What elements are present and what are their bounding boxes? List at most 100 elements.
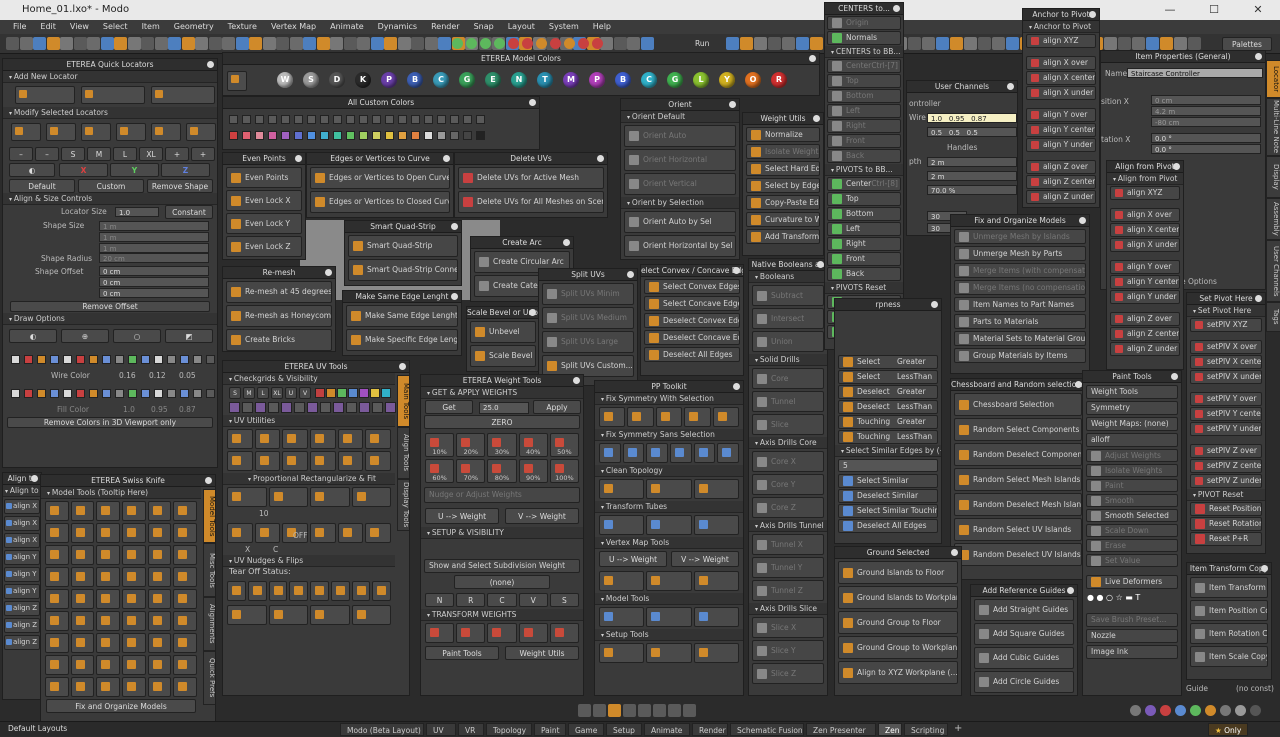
uv-grid4-tool-icon[interactable]	[268, 581, 288, 601]
position-x[interactable]: 0 cm	[1151, 95, 1261, 105]
depth-field-3[interactable]: 70.0 %	[927, 185, 1017, 195]
axis-x-button[interactable]: X	[59, 163, 108, 177]
locator-box-button[interactable]	[81, 86, 145, 104]
checkgrid-pattern-swatch[interactable]	[294, 402, 305, 413]
fill-color-swatch[interactable]	[11, 389, 20, 398]
bool-union-button[interactable]: Union	[752, 331, 824, 352]
align-to-item[interactable]: align X	[4, 516, 40, 531]
checkgrid-pattern-swatch[interactable]	[281, 402, 292, 413]
model-color-ball-l[interactable]: L	[693, 72, 709, 88]
toolbar-tool-icon[interactable]	[141, 37, 154, 50]
bool-slice-z-button[interactable]: Slice Z	[752, 663, 824, 684]
ground-ground-group-to-workplane-button[interactable]: Ground Group to Workplane	[838, 636, 958, 659]
toolbar-action-icon[interactable]	[494, 38, 505, 49]
weight-80-button[interactable]: 80%	[487, 459, 517, 483]
paint-isolate-weights-button[interactable]: Isolate Weights	[1086, 464, 1178, 477]
bool-core-x-button[interactable]: Core X	[752, 451, 824, 472]
panel-close-icon[interactable]	[451, 223, 458, 230]
pp2-tool-icon[interactable]	[646, 443, 668, 463]
fill-color-g[interactable]: 0.95	[151, 405, 168, 414]
panel-close-icon[interactable]	[597, 155, 604, 162]
toolbar-action-icon[interactable]	[564, 38, 575, 49]
booleans-axis-drills-core-section[interactable]: Axis Drills Core	[749, 437, 827, 449]
checkgrid-color-swatch[interactable]	[381, 388, 391, 398]
panel-close-icon[interactable]	[31, 475, 38, 482]
custom-color-swatch[interactable]	[346, 115, 355, 124]
draw-option-button[interactable]: ⊕	[61, 329, 109, 343]
wire-color-swatch[interactable]	[206, 355, 215, 364]
checkgrid-l-button[interactable]: L	[257, 387, 269, 399]
closed-curve-button[interactable]: Edges or Vertices to Closed Curve	[310, 191, 450, 213]
pp4-tool-icon[interactable]	[693, 515, 739, 535]
panel-close-icon[interactable]	[1075, 381, 1082, 388]
tcopy-item-scale-copy-button[interactable]: Item Scale Copy	[1190, 646, 1268, 667]
wire-color-b[interactable]: 0.05	[179, 371, 196, 380]
toolbar-tool-icon[interactable]	[1006, 37, 1019, 50]
align-z-center-button[interactable]: align Z center	[1110, 327, 1180, 341]
setpiv-y-over-button[interactable]: setPIV Y over	[1190, 392, 1262, 406]
checkgrid-pattern-swatch[interactable]	[385, 402, 396, 413]
orient-default-section[interactable]: Orient Default	[621, 111, 739, 123]
setpiv-z-center-button[interactable]: setPIV Z center	[1190, 459, 1262, 473]
custom-color-swatch[interactable]	[424, 131, 433, 140]
same-edge-button[interactable]: Make Same Edge Lenght	[346, 305, 458, 327]
render-preview-icon[interactable]	[1220, 705, 1231, 716]
sharp-deselect-all-edges-button[interactable]: Deselect All Edges	[838, 519, 938, 533]
pp5-tool-icon[interactable]	[599, 571, 645, 591]
uv-grid3-tool-icon[interactable]	[337, 523, 364, 543]
apply-button[interactable]: Apply	[533, 400, 581, 414]
toolbar-tool-icon[interactable]	[316, 37, 330, 50]
pivot-reset-section[interactable]: PIVOT Reset	[1187, 489, 1265, 501]
checkgrid-pattern-swatch[interactable]	[307, 402, 318, 413]
uv-grid1-tool-icon[interactable]	[254, 429, 281, 449]
weight-flag-c-button[interactable]: C	[487, 593, 517, 607]
bool-slice-y-button[interactable]: Slice Y	[752, 640, 824, 661]
orient-auto-button[interactable]: Orient Auto	[624, 125, 736, 147]
weight-value-field[interactable]: 25.0	[479, 402, 529, 414]
menu-animate[interactable]: Animate	[323, 20, 371, 34]
locator-size-xl-button[interactable]: XL	[139, 147, 163, 161]
paint-paint-button[interactable]: Paint	[1086, 479, 1178, 492]
custom-color-swatch[interactable]	[307, 131, 316, 140]
selection-mode-icon[interactable]	[623, 704, 636, 717]
tab-tags[interactable]: Tags	[1266, 302, 1280, 332]
model-color-ball-p[interactable]: P	[381, 72, 397, 88]
fill-color-swatch[interactable]	[141, 389, 150, 398]
setpiv-z-under-button[interactable]: setPIV Z under	[1190, 474, 1262, 488]
wutil-select-by-edge-w-button[interactable]: Select by Edge W	[746, 178, 820, 193]
paint-set-value-button[interactable]: Set Value	[1086, 554, 1178, 567]
rotation-y[interactable]: 0.0 °	[1151, 144, 1261, 154]
weight-map-select[interactable]: (none)	[454, 575, 550, 589]
wire-color-g[interactable]: 0.12	[149, 371, 166, 380]
toolbar-tool-icon[interactable]	[922, 37, 935, 50]
toolbar-action-icon[interactable]	[592, 38, 603, 49]
draw-option-button[interactable]: ○	[113, 329, 161, 343]
panel-close-icon[interactable]	[817, 261, 824, 268]
panel-close-icon[interactable]	[563, 239, 570, 246]
convex-deselect-concave-edges-button[interactable]: Deselect Concave Edges	[644, 330, 740, 345]
swiss-grid-tool-icon[interactable]	[147, 611, 172, 631]
panel-close-icon[interactable]	[813, 115, 820, 122]
custom-color-swatch[interactable]	[476, 115, 485, 124]
swiss-grid-tool-icon[interactable]	[173, 611, 197, 631]
fill-color-swatch[interactable]	[180, 389, 189, 398]
align-to-item[interactable]: align Z	[4, 601, 40, 616]
uv-grid1-tool-icon[interactable]	[227, 451, 253, 471]
paint-falloff[interactable]: alloff	[1086, 433, 1178, 447]
weight-100-button[interactable]: 100%	[549, 459, 579, 483]
menu-select[interactable]: Select	[96, 20, 135, 34]
wire-color-swatch[interactable]	[167, 355, 176, 364]
wire-color-swatch[interactable]	[89, 355, 98, 364]
minimize-button[interactable]: —	[1148, 0, 1192, 20]
toolbar-tool-icon[interactable]	[1174, 37, 1187, 50]
modify-locator-shape-button[interactable]	[46, 123, 76, 141]
modify-locator-shape-button[interactable]	[81, 123, 111, 141]
swiss-grid-tool-icon[interactable]	[70, 611, 95, 631]
fill-color-b[interactable]: 0.87	[179, 405, 196, 414]
align-to-item[interactable]: align X	[4, 499, 40, 514]
pp3-tool-icon[interactable]	[646, 479, 692, 499]
model-color-ball-b[interactable]: B	[615, 72, 631, 88]
wire-color-swatch[interactable]	[76, 355, 85, 364]
swiss-grid-tool-icon[interactable]	[147, 501, 172, 521]
uv-grid4-tool-icon[interactable]	[247, 581, 267, 601]
